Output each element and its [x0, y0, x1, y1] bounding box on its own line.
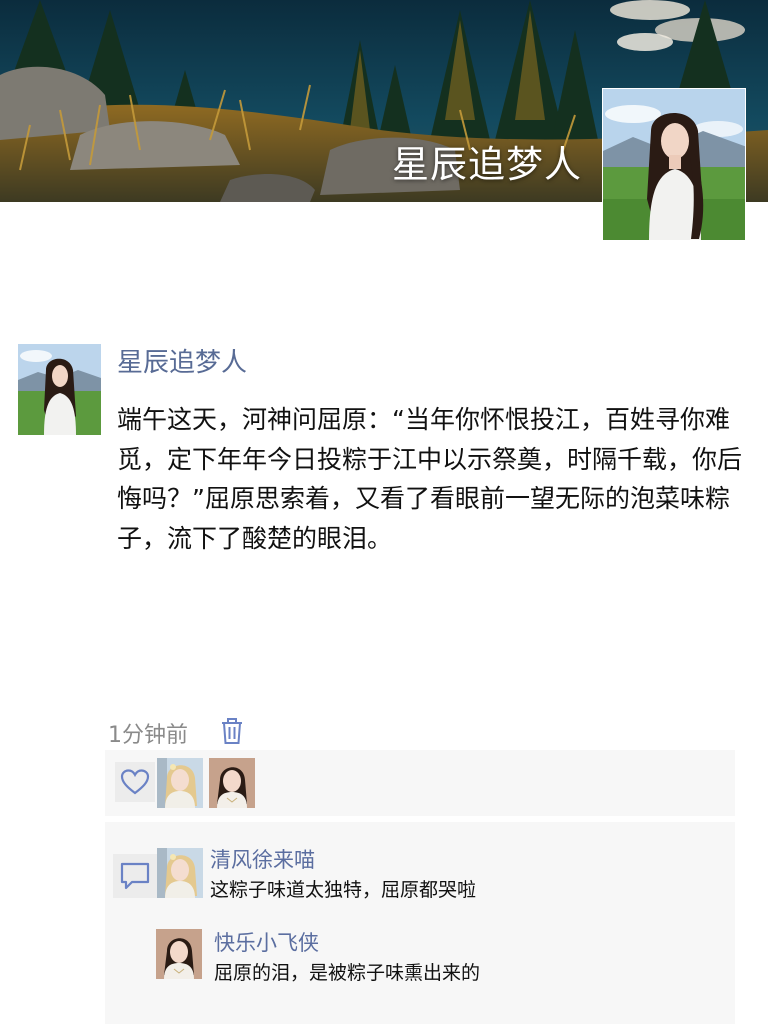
- comment-text-1: 这粽子味道太独特，屈原都哭啦: [210, 879, 477, 901]
- post-author-avatar-image: [18, 344, 101, 435]
- trash-icon[interactable]: [219, 716, 245, 746]
- comment-user-2[interactable]: 快乐小飞侠: [214, 927, 319, 957]
- likes-panel: [105, 750, 735, 816]
- heart-icon[interactable]: [115, 762, 155, 802]
- profile-avatar-image: [603, 89, 745, 240]
- profile-avatar[interactable]: [602, 88, 746, 241]
- comment-text-2: 屈原的泪，是被粽子味熏出来的: [214, 962, 481, 984]
- like-avatar-2[interactable]: [209, 758, 255, 808]
- comment-avatar-1[interactable]: [157, 848, 203, 898]
- moments-page: 星辰追梦人 星辰追梦人 端午这天，河神问屈原：“当年你怀恨投江，百姓寻你难觅，定…: [0, 0, 768, 1024]
- comment-user-1[interactable]: 清风徐来喵: [210, 844, 315, 874]
- comment-avatar-2[interactable]: [156, 929, 202, 979]
- comments-panel: 清风徐来喵 这粽子味道太独特，屈原都哭啦 快乐小飞侠 屈原的泪，是被粽子味熏出来…: [105, 822, 735, 1024]
- post-content: 端午这天，河神问屈原：“当年你怀恨投江，百姓寻你难觅，定下年年今日投粽于江中以示…: [117, 405, 743, 553]
- like-avatar-1[interactable]: [157, 758, 203, 808]
- comment-icon[interactable]: [113, 854, 157, 898]
- profile-name: 星辰追梦人: [392, 143, 582, 186]
- post-author-avatar[interactable]: [18, 344, 101, 435]
- post-timestamp: 1分钟前: [108, 723, 188, 748]
- post-author-name[interactable]: 星辰追梦人: [117, 342, 247, 379]
